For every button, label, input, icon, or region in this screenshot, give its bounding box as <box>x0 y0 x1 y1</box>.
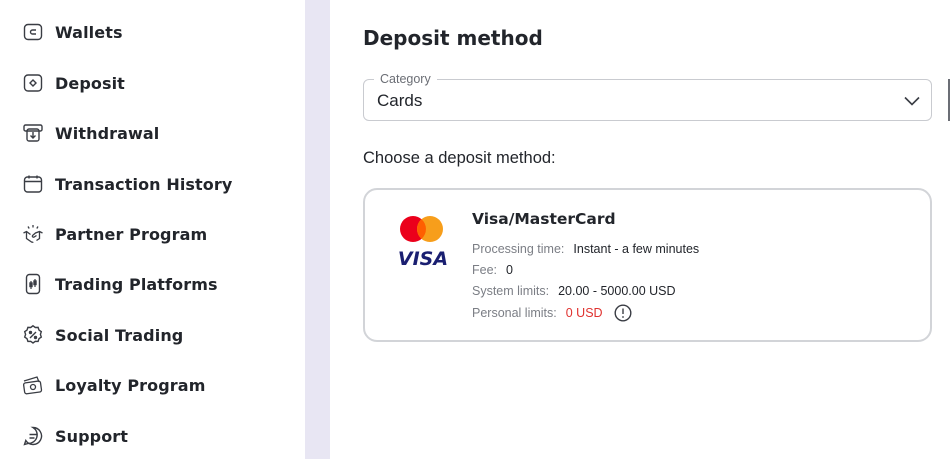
system-limits-row: System limits: 20.00 - 5000.00 USD <box>472 284 676 298</box>
personal-limits-label: Personal limits: <box>472 306 557 320</box>
processing-time-label: Processing time: <box>472 242 565 256</box>
category-select-legend: Category <box>374 72 437 86</box>
sidebar-item-label: Social Trading <box>55 325 184 345</box>
sidebar-item-partner-program[interactable]: Partner Program <box>22 221 207 247</box>
sidebar-item-label: Withdrawal <box>55 123 160 143</box>
choose-method-label: Choose a deposit method: <box>363 149 556 167</box>
main-content: Deposit method Category Cards Choose a d… <box>330 0 950 459</box>
sidebar-item-transaction-history[interactable]: Transaction History <box>22 171 232 197</box>
sidebar-item-deposit[interactable]: Deposit <box>22 70 125 96</box>
personal-limits-row: Personal limits: 0 USD <box>472 304 632 322</box>
info-icon[interactable] <box>614 304 632 322</box>
processing-time-value: Instant - a few minutes <box>573 242 700 256</box>
personal-limits-value: 0 USD <box>565 306 603 320</box>
cash-icon <box>22 374 44 396</box>
sidebar-item-label: Support <box>55 426 129 446</box>
chat-icon <box>22 425 44 447</box>
sidebar-item-trading-platforms[interactable]: Trading Platforms <box>22 271 218 297</box>
sidebar-item-label: Deposit <box>55 73 125 93</box>
system-limits-label: System limits: <box>472 284 550 298</box>
fee-value: 0 <box>506 263 513 277</box>
fee-row: Fee: 0 <box>472 263 513 277</box>
visa-logo-text: VISA <box>398 248 448 268</box>
sidebar-item-label: Loyalty Program <box>55 375 206 395</box>
category-select[interactable]: Category Cards <box>363 72 932 121</box>
deposit-method-card-visa-mastercard[interactable]: VISA Visa/MasterCard Processing time: In… <box>363 188 932 342</box>
sidebar-item-label: Trading Platforms <box>55 274 218 294</box>
handshake-icon <box>22 223 44 245</box>
wallet-icon <box>22 21 44 43</box>
sidebar: Wallets Deposit Withdrawal Transaction H… <box>0 0 305 459</box>
sidebar-item-label: Partner Program <box>55 224 208 244</box>
sidebar-item-social-trading[interactable]: Social Trading <box>22 322 183 348</box>
processing-time-row: Processing time: Instant - a few minutes <box>472 242 699 256</box>
system-limits-value: 20.00 - 5000.00 USD <box>558 284 676 298</box>
fee-label: Fee: <box>472 263 498 277</box>
sidebar-item-support[interactable]: Support <box>22 423 128 449</box>
sidebar-item-label: Transaction History <box>55 174 233 194</box>
sidebar-divider <box>305 0 330 459</box>
withdrawal-icon <box>22 122 44 144</box>
sidebar-item-withdrawal[interactable]: Withdrawal <box>22 120 159 146</box>
page-title: Deposit method <box>363 26 543 50</box>
sidebar-item-loyalty-program[interactable]: Loyalty Program <box>22 372 205 398</box>
visa-mastercard-logo: VISA <box>398 216 448 268</box>
sidebar-item-wallets[interactable]: Wallets <box>22 19 123 45</box>
category-select-value: Cards <box>377 91 423 110</box>
calendar-icon <box>22 173 44 195</box>
deposit-icon <box>22 72 44 94</box>
trading-phone-icon <box>22 273 44 295</box>
method-name: Visa/MasterCard <box>472 210 616 228</box>
sidebar-item-label: Wallets <box>55 22 123 42</box>
percent-badge-icon <box>22 324 44 346</box>
chevron-down-icon <box>904 96 920 106</box>
